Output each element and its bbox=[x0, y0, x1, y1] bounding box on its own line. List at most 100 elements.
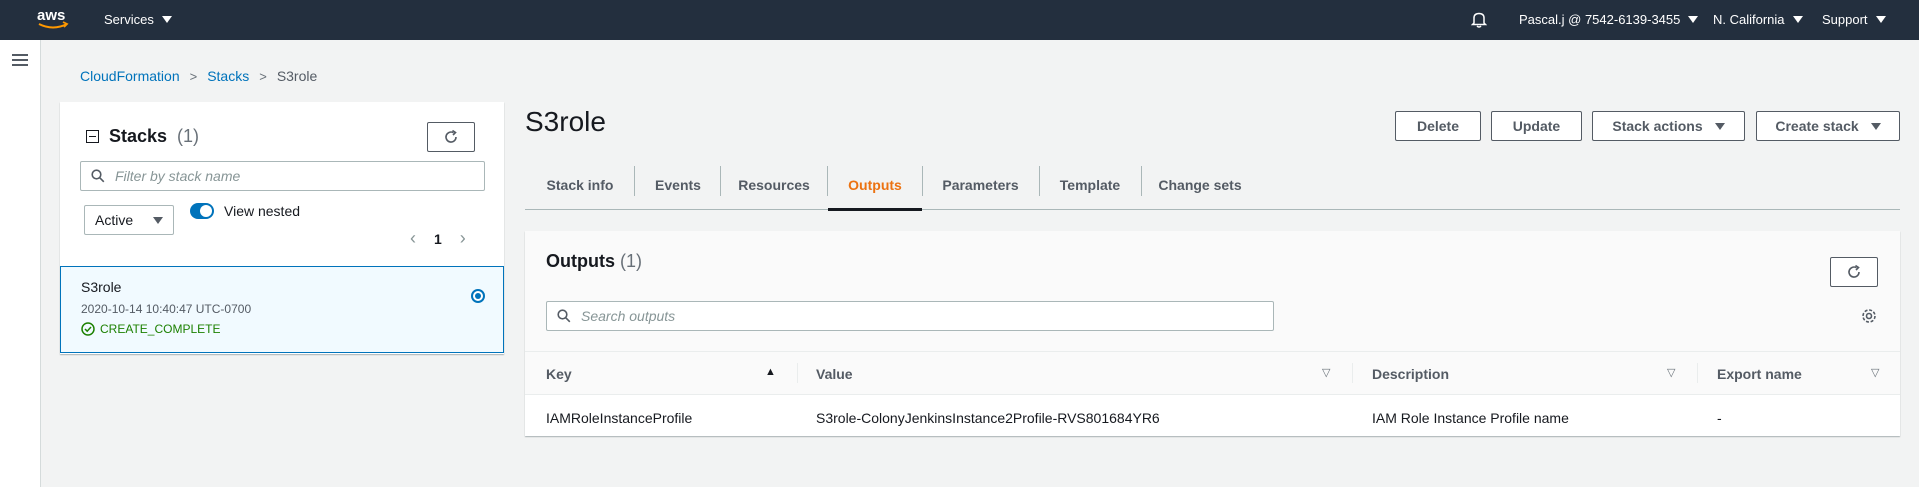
tab-outputs[interactable]: Outputs bbox=[828, 160, 922, 211]
tab-divider bbox=[922, 166, 923, 196]
output-description: IAM Role Instance Profile name bbox=[1372, 410, 1569, 426]
create-stack-button[interactable]: Create stack bbox=[1756, 111, 1900, 141]
support-label: Support bbox=[1822, 12, 1868, 27]
stack-list-item[interactable]: S3role 2020-10-14 10:40:47 UTC-0700 CREA… bbox=[60, 266, 504, 353]
refresh-outputs-button[interactable] bbox=[1830, 257, 1878, 287]
refresh-stacks-button[interactable] bbox=[427, 122, 475, 152]
sort-icon[interactable]: ▽ bbox=[1667, 366, 1675, 379]
collapse-icon[interactable] bbox=[86, 130, 99, 143]
column-header-key[interactable]: Key bbox=[546, 352, 572, 396]
account-label: Pascal.j @ 7542-6139-3455 bbox=[1519, 12, 1681, 27]
tab-template[interactable]: Template bbox=[1039, 160, 1141, 210]
region-menu[interactable]: N. California bbox=[1713, 12, 1803, 27]
delete-button-label: Delete bbox=[1416, 118, 1460, 134]
tab-stack-info[interactable]: Stack info bbox=[525, 160, 635, 210]
tab-events[interactable]: Events bbox=[635, 160, 721, 210]
stack-detail-tabs: Stack info Events Resources Outputs Para… bbox=[525, 160, 1900, 211]
bell-icon bbox=[1471, 12, 1487, 28]
stack-name[interactable]: S3role bbox=[81, 279, 121, 295]
success-icon bbox=[81, 322, 95, 336]
stack-actions-label: Stack actions bbox=[1612, 118, 1703, 134]
tab-parameters[interactable]: Parameters bbox=[922, 160, 1039, 210]
breadcrumb-current: S3role bbox=[276, 68, 318, 84]
output-key: IAMRoleInstanceProfile bbox=[546, 410, 693, 426]
stacks-title: Stacks bbox=[109, 126, 168, 146]
notifications-button[interactable] bbox=[1471, 11, 1487, 28]
caret-down-icon bbox=[161, 16, 172, 23]
status-filter-select[interactable]: Active bbox=[84, 205, 174, 235]
stack-filter-input[interactable]: Filter by stack name bbox=[80, 161, 485, 191]
column-header-export-name[interactable]: Export name bbox=[1717, 352, 1802, 396]
breadcrumb-cloudformation[interactable]: CloudFormation bbox=[80, 68, 180, 84]
column-divider bbox=[1697, 363, 1698, 383]
update-button[interactable]: Update bbox=[1491, 111, 1582, 141]
caret-down-icon bbox=[1792, 16, 1803, 23]
stack-created-date: 2020-10-14 10:40:47 UTC-0700 bbox=[81, 302, 252, 316]
menu-icon[interactable] bbox=[12, 54, 28, 66]
tab-divider bbox=[827, 166, 828, 196]
page-number[interactable]: 1 bbox=[434, 231, 442, 247]
tab-change-sets[interactable]: Change sets bbox=[1141, 160, 1259, 210]
stack-actions-button[interactable]: Stack actions bbox=[1592, 111, 1745, 141]
stack-filter-placeholder: Filter by stack name bbox=[115, 168, 241, 184]
search-icon bbox=[91, 169, 105, 183]
chevron-right-icon: > bbox=[259, 68, 267, 84]
region-label: N. California bbox=[1713, 12, 1785, 27]
refresh-icon bbox=[1848, 264, 1860, 278]
outputs-count: (1) bbox=[620, 251, 643, 271]
column-header-description[interactable]: Description bbox=[1372, 352, 1449, 396]
sort-ascending-icon[interactable]: ▲ bbox=[765, 366, 776, 378]
delete-button[interactable]: Delete bbox=[1395, 111, 1481, 141]
status-filter-value: Active bbox=[95, 212, 134, 228]
aws-logo[interactable]: aws bbox=[36, 6, 70, 35]
aws-logo-text: aws bbox=[37, 7, 65, 24]
settings-gear-icon[interactable] bbox=[1860, 307, 1878, 325]
page-title: S3role bbox=[525, 106, 606, 137]
services-label: Services bbox=[104, 12, 154, 27]
stack-status-text: CREATE_COMPLETE bbox=[100, 322, 221, 336]
sort-icon[interactable]: ▽ bbox=[1322, 366, 1330, 379]
caret-down-icon bbox=[1688, 16, 1699, 23]
outputs-search-input[interactable]: Search outputs bbox=[546, 301, 1274, 331]
view-nested-toggle[interactable]: View nested bbox=[190, 203, 300, 219]
chevron-left-icon[interactable]: ‹ bbox=[410, 228, 416, 249]
search-icon bbox=[557, 309, 571, 323]
tab-divider bbox=[1141, 166, 1142, 196]
top-navigation: aws Services Pascal.j @ 7542-6139-3455 N… bbox=[0, 0, 1919, 40]
tab-divider bbox=[720, 166, 721, 196]
stacks-count: (1) bbox=[177, 126, 200, 146]
tab-resources[interactable]: Resources bbox=[721, 160, 827, 210]
services-menu[interactable]: Services bbox=[104, 12, 172, 27]
breadcrumb-stacks[interactable]: Stacks bbox=[207, 68, 249, 84]
outputs-panel: Outputs (1) Search outputs Key Value Des… bbox=[525, 231, 1900, 436]
breadcrumb: CloudFormation > Stacks > S3role bbox=[80, 68, 317, 84]
table-header-row: Key Value Description Export name bbox=[525, 351, 1900, 395]
stack-select-radio[interactable] bbox=[471, 289, 485, 303]
create-stack-label: Create stack bbox=[1775, 118, 1859, 134]
chevron-right-icon: > bbox=[189, 68, 198, 84]
stacks-panel-title: Stacks (1) bbox=[86, 126, 199, 147]
view-nested-label: View nested bbox=[224, 203, 301, 219]
caret-down-icon bbox=[153, 216, 163, 224]
toggle-switch[interactable] bbox=[190, 203, 214, 219]
output-value: S3role-ColonyJenkinsInstance2Profile-RVS… bbox=[816, 410, 1160, 426]
account-menu[interactable]: Pascal.j @ 7542-6139-3455 bbox=[1519, 12, 1699, 27]
sort-icon[interactable]: ▽ bbox=[1871, 366, 1879, 379]
tab-divider bbox=[1039, 166, 1040, 196]
caret-down-icon bbox=[1875, 16, 1886, 23]
outputs-title-text: Outputs bbox=[546, 251, 615, 271]
output-export-name: - bbox=[1717, 410, 1722, 426]
column-header-value[interactable]: Value bbox=[816, 352, 853, 396]
update-button-label: Update bbox=[1512, 118, 1561, 134]
tab-divider bbox=[634, 166, 635, 196]
caret-down-icon bbox=[1714, 122, 1725, 130]
caret-down-icon bbox=[1870, 122, 1881, 130]
column-divider bbox=[1352, 363, 1353, 383]
refresh-icon bbox=[445, 129, 457, 143]
outputs-panel-header: Outputs (1) Search outputs bbox=[525, 231, 1900, 351]
stack-status: CREATE_COMPLETE bbox=[81, 322, 220, 336]
chevron-right-icon[interactable]: › bbox=[460, 228, 466, 249]
support-menu[interactable]: Support bbox=[1822, 12, 1886, 27]
pagination: ‹ 1 › bbox=[410, 228, 466, 249]
side-navigation-rail bbox=[0, 40, 41, 487]
